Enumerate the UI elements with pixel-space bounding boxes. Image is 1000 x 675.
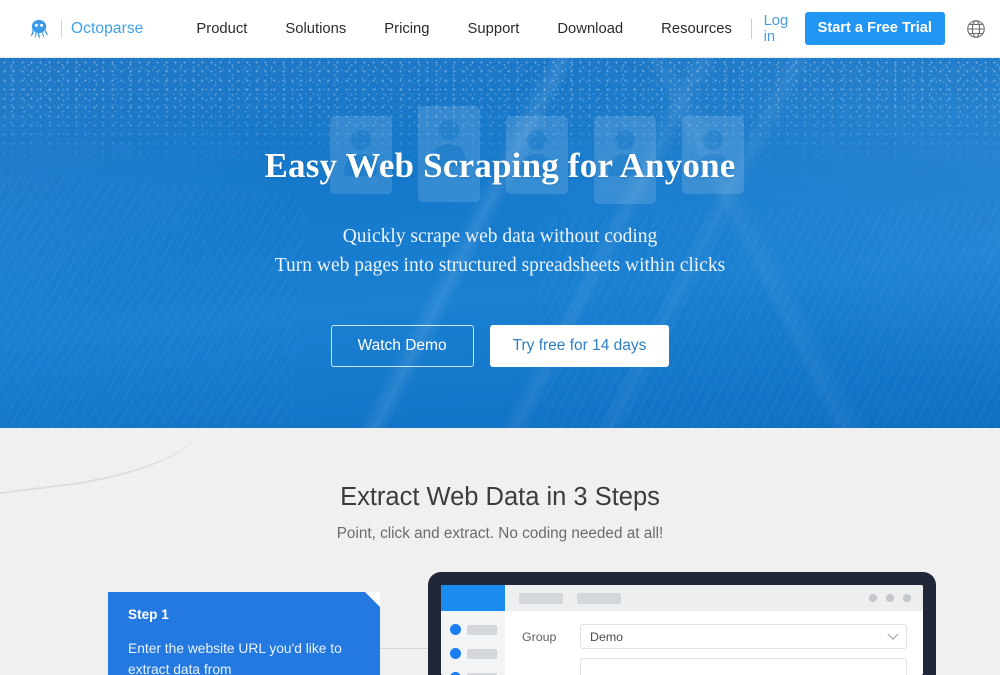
window-dot-icon[interactable] — [869, 594, 877, 602]
app-toolbar-chip[interactable] — [519, 592, 563, 604]
hero-section: Easy Web Scraping for Anyone Quickly scr… — [0, 58, 1000, 428]
window-dot-icon[interactable] — [903, 594, 911, 602]
globe-icon[interactable] — [965, 17, 987, 41]
nav-link-pricing[interactable]: Pricing — [365, 21, 448, 37]
bullet-icon — [450, 648, 461, 659]
app-brand-block — [441, 585, 505, 611]
app-toolbar — [441, 585, 923, 611]
hero-subtitle-line-2: Turn web pages into structured spreadshe… — [274, 255, 726, 276]
chevron-down-icon — [887, 628, 899, 640]
window-controls[interactable] — [869, 594, 911, 602]
nav-divider — [750, 18, 752, 39]
brand-name: Octoparse — [71, 19, 144, 37]
start-free-trial-button[interactable]: Start a Free Trial — [804, 12, 945, 45]
app-sidebar-item[interactable] — [441, 624, 505, 635]
octopus-logo-icon — [26, 16, 52, 42]
nav-link-solutions[interactable]: Solutions — [266, 21, 365, 37]
app-main-panel: Group Demo — [505, 611, 923, 675]
nav-link-product[interactable]: Product — [177, 21, 266, 37]
placeholder-bar — [467, 624, 497, 635]
corner-fold-icon — [365, 592, 380, 607]
nav-link-resources[interactable]: Resources — [642, 21, 751, 37]
hero-subtitle: Quickly scrape web data without coding T… — [0, 222, 1000, 280]
steps-title: Extract Web Data in 3 Steps — [340, 483, 660, 511]
window-dot-icon[interactable] — [886, 594, 894, 602]
group-field-label: Group — [522, 629, 557, 644]
nav-link-download[interactable]: Download — [538, 21, 642, 37]
app-sidebar-item[interactable] — [441, 648, 505, 659]
group-field-row: Group Demo — [522, 624, 907, 649]
page-root: Octoparse Product Solutions Pricing Supp… — [0, 0, 1000, 675]
try-free-button[interactable]: Try free for 14 days — [489, 325, 670, 367]
brand-divider — [61, 19, 62, 38]
laptop-mockup: Group Demo — [428, 572, 936, 675]
bullet-icon — [450, 624, 461, 635]
app-toolbar-chip[interactable] — [577, 592, 621, 604]
group-select[interactable]: Demo — [580, 624, 907, 649]
login-link[interactable]: Log in — [764, 13, 791, 45]
steps-subtitle: Point, click and extract. No coding need… — [336, 525, 664, 542]
hero-subtitle-line-1: Quickly scrape web data without coding — [342, 226, 658, 247]
step-1-card[interactable]: Step 1 Enter the website URL you'd like … — [108, 592, 380, 675]
app-secondary-input[interactable] — [580, 658, 907, 675]
nav-right-group: Log in Start a Free Trial — [750, 12, 987, 45]
laptop-screen: Group Demo — [441, 585, 923, 675]
top-navigation-bar: Octoparse Product Solutions Pricing Supp… — [0, 0, 1000, 58]
hero-dot-pattern-secondary — [0, 58, 1000, 138]
hero-content: Easy Web Scraping for Anyone Quickly scr… — [0, 146, 1000, 367]
app-body: Group Demo — [441, 611, 923, 675]
nav-link-support[interactable]: Support — [449, 21, 539, 37]
hero-cta-group: Watch Demo Try free for 14 days — [0, 325, 1000, 367]
brand-logo[interactable]: Octoparse — [26, 16, 143, 42]
hero-title: Easy Web Scraping for Anyone — [264, 146, 736, 185]
placeholder-bar — [467, 648, 497, 659]
step-1-label: Step 1 — [128, 607, 169, 622]
watch-demo-button[interactable]: Watch Demo — [330, 325, 474, 367]
group-select-value: Demo — [590, 629, 624, 644]
step-1-text: Enter the website URL you'd like to extr… — [128, 641, 342, 675]
app-sidebar — [441, 611, 505, 675]
nav-links: Product Solutions Pricing Support Downlo… — [177, 21, 750, 37]
